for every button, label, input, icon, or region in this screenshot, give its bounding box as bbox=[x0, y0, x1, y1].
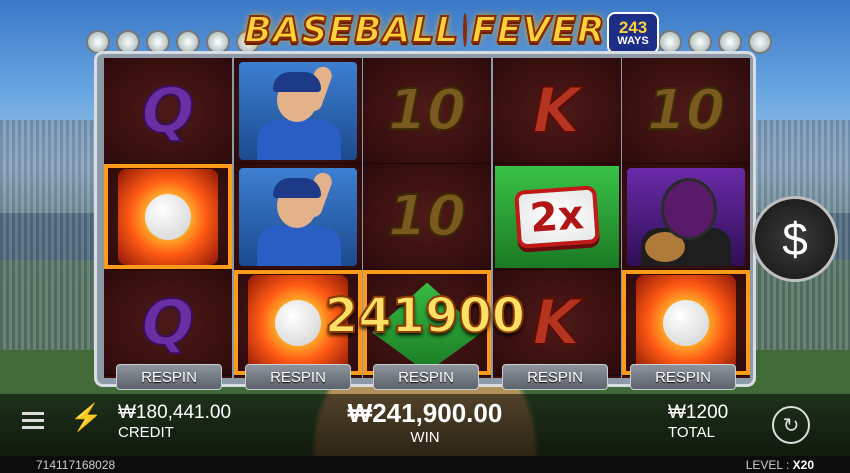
win-value: ₩241,900.00 bbox=[347, 398, 503, 428]
baseball-scatter-icon bbox=[636, 274, 736, 371]
stands-left bbox=[0, 120, 110, 350]
level-value: X20 bbox=[792, 458, 814, 472]
baseball-icon bbox=[463, 13, 468, 47]
symbol-q: Q bbox=[141, 285, 196, 360]
credit-value: ₩180,441.00 bbox=[118, 402, 232, 423]
credit-label: CREDIT bbox=[118, 424, 174, 441]
credit-display: ₩180,441.00 CREDIT bbox=[118, 402, 231, 441]
symbol-cell bbox=[622, 164, 750, 270]
ways-label: WAYS bbox=[617, 35, 649, 47]
respin-button-reel-5[interactable]: RESPIN bbox=[630, 364, 736, 390]
menu-icon[interactable] bbox=[22, 408, 44, 433]
multiplier-badge: 2x bbox=[513, 184, 600, 249]
turbo-icon[interactable]: ⚡ bbox=[70, 402, 102, 433]
baseball-scatter-icon bbox=[118, 168, 218, 265]
pitcher-icon bbox=[238, 167, 357, 266]
symbol-10: 10 bbox=[646, 77, 726, 144]
ways-number: 243 bbox=[618, 18, 648, 37]
bottom-bar: ⚡ ₩180,441.00 CREDIT ₩241,900.00 WIN ₩12… bbox=[0, 394, 850, 456]
symbol-cell bbox=[622, 270, 750, 376]
win-amount-overlay: 241900 bbox=[324, 287, 526, 345]
respin-button-reel-4[interactable]: RESPIN bbox=[502, 364, 608, 390]
symbol-cell: 10 bbox=[363, 58, 491, 164]
total-label: TOTAL bbox=[668, 424, 715, 441]
symbol-cell: Q bbox=[104, 270, 232, 376]
buy-feature-button[interactable]: $ bbox=[752, 196, 838, 282]
level-indicator: LEVEL : X20 bbox=[746, 458, 814, 472]
lights-left bbox=[86, 30, 260, 54]
spin-replay-icon[interactable]: ↻ bbox=[772, 406, 810, 444]
reel-1: Q Q bbox=[104, 58, 232, 378]
win-label: WIN bbox=[410, 429, 440, 446]
symbol-cell bbox=[233, 58, 362, 164]
symbol-10: 10 bbox=[387, 183, 467, 250]
logo-word-fever: FEVER bbox=[470, 9, 606, 52]
round-id: 714117168028 bbox=[36, 458, 116, 472]
total-value: ₩1200 bbox=[668, 402, 729, 423]
lights-right bbox=[658, 30, 772, 54]
win-display: ₩241,900.00 WIN bbox=[330, 398, 520, 446]
logo-word-baseball: BASEBALL bbox=[243, 9, 460, 52]
game-logo: BASEBALL FEVER bbox=[243, 4, 605, 56]
total-bet-display[interactable]: ₩1200 TOTAL bbox=[668, 402, 728, 441]
symbol-cell bbox=[104, 164, 232, 270]
symbol-10: 10 bbox=[387, 77, 467, 144]
symbol-cell bbox=[233, 164, 362, 270]
symbol-k: K bbox=[531, 73, 581, 148]
catcher-icon bbox=[627, 167, 745, 266]
symbol-k: K bbox=[531, 285, 581, 360]
symbol-cell: K bbox=[492, 58, 621, 164]
symbol-cell: 10 bbox=[363, 164, 491, 270]
symbol-q: Q bbox=[141, 73, 196, 148]
respin-button-reel-2[interactable]: RESPIN bbox=[245, 364, 351, 390]
footer-info: 714117168028 LEVEL : X20 bbox=[0, 456, 850, 473]
symbol-cell: Q bbox=[104, 58, 232, 164]
symbol-cell: 10 bbox=[622, 58, 750, 164]
ways-badge: 243 WAYS bbox=[607, 12, 659, 54]
pitcher-icon bbox=[238, 61, 357, 160]
multiplier-symbol: 2x bbox=[494, 165, 619, 268]
level-label: LEVEL : bbox=[745, 458, 790, 472]
respin-button-reel-1[interactable]: RESPIN bbox=[116, 364, 222, 390]
symbol-cell: 2x bbox=[492, 164, 621, 270]
reel-5: 10 bbox=[622, 58, 750, 378]
respin-button-reel-3[interactable]: RESPIN bbox=[373, 364, 479, 390]
